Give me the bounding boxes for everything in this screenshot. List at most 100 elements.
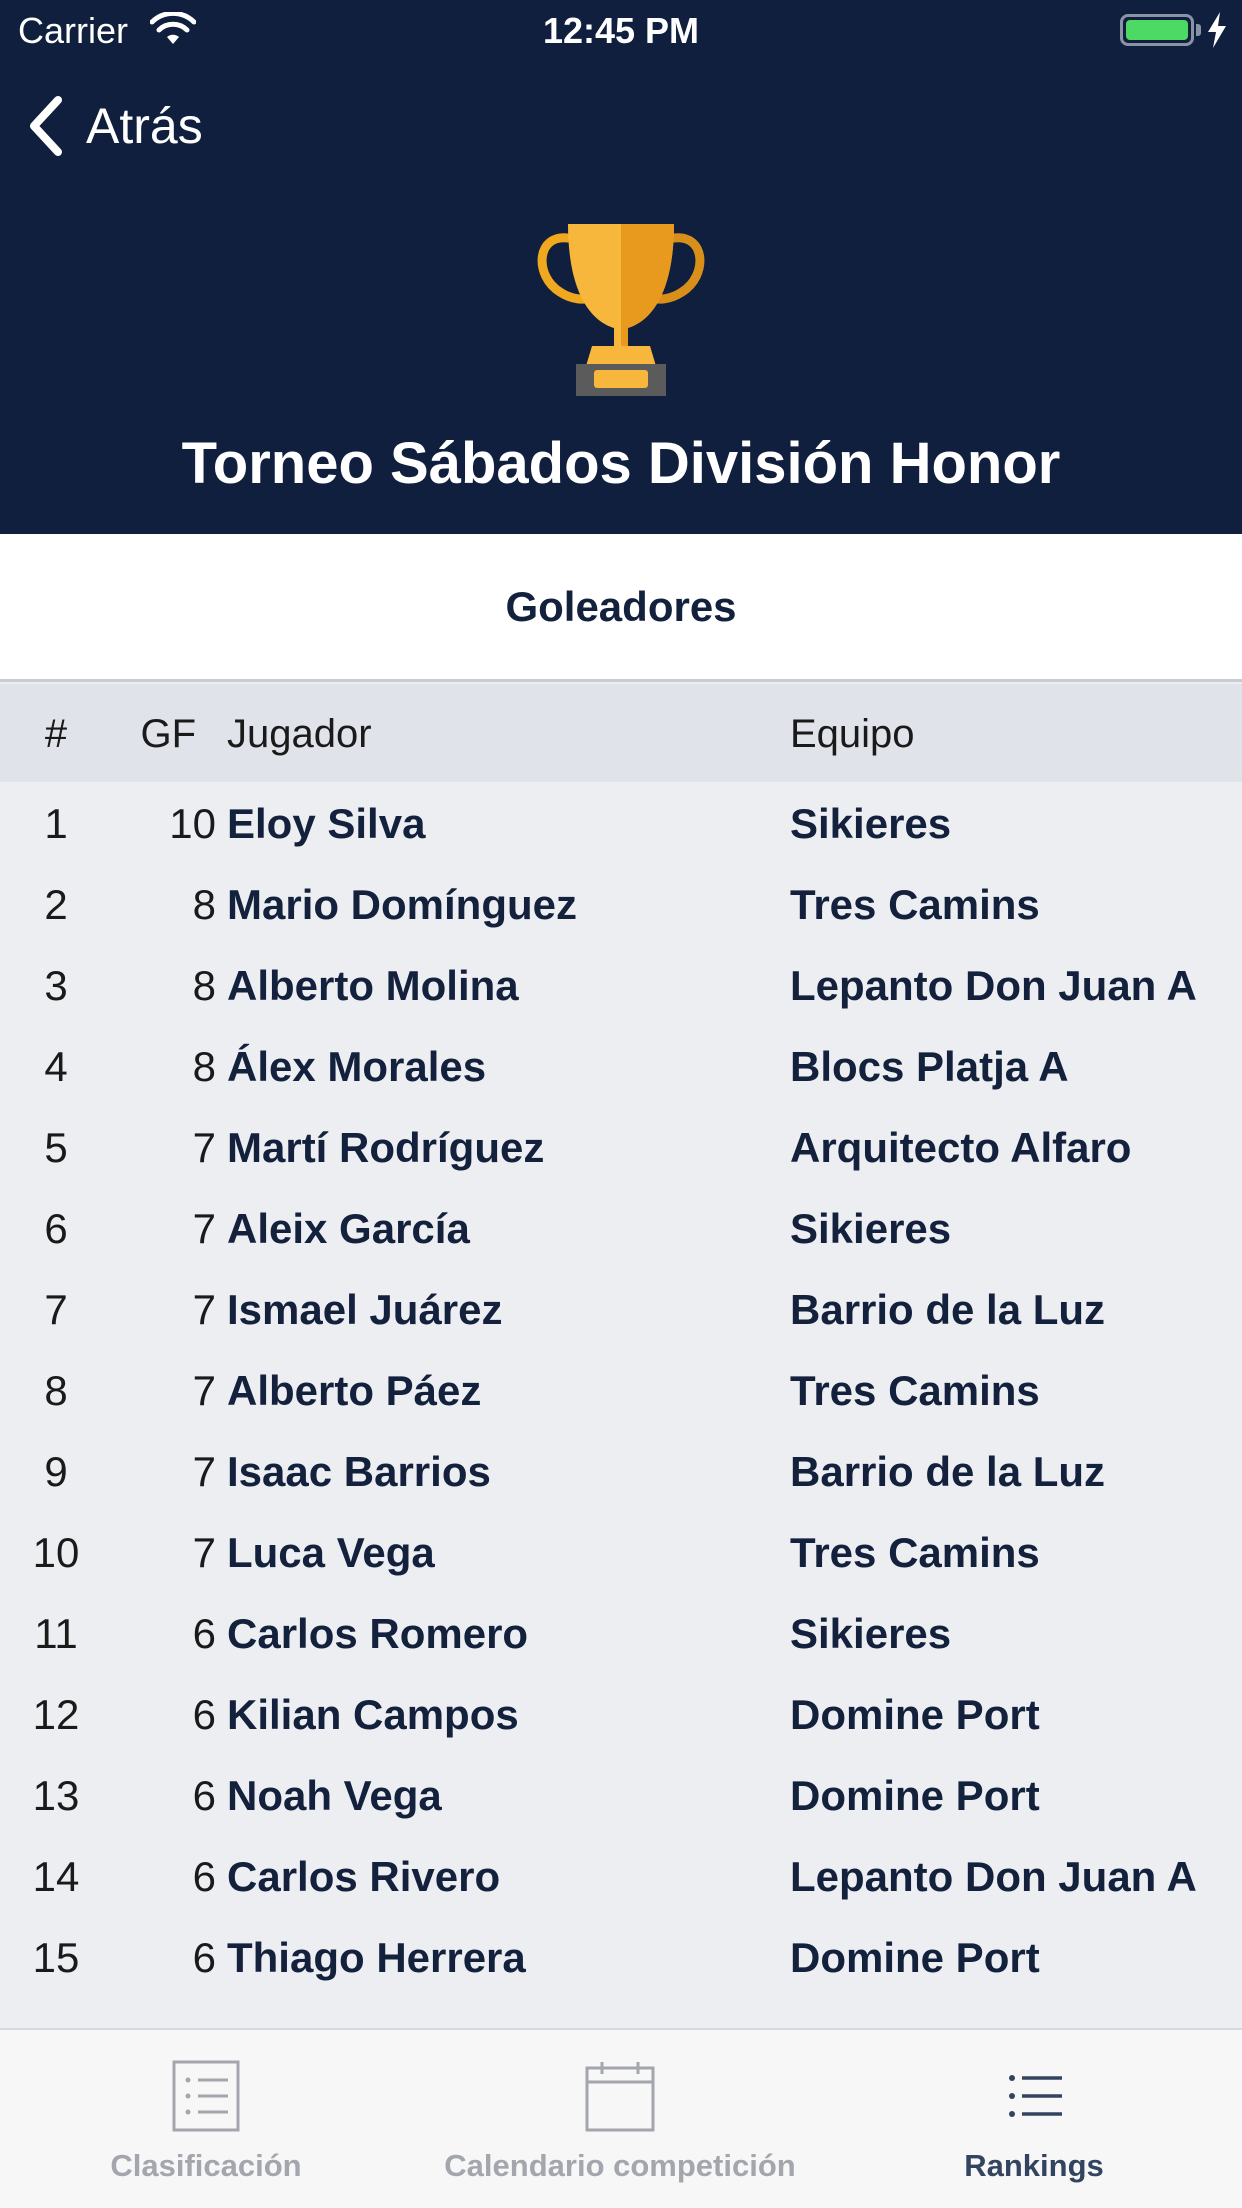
- clock: 12:45 PM: [542, 10, 700, 51]
- column-gf: GF: [140, 712, 196, 756]
- rank-cell: 11: [34, 1610, 78, 1657]
- tab-clasificacion-label: Clasificación: [110, 2148, 302, 2183]
- rank-cell: 3: [44, 962, 68, 1009]
- team-name: Sikieres: [790, 1205, 952, 1252]
- player-name: Aleix García: [227, 1205, 470, 1252]
- page-title: Torneo Sábados División Honor: [181, 431, 1061, 496]
- player-name: Eloy Silva: [227, 800, 426, 847]
- team-name: Lepanto Don Juan A: [790, 1853, 1197, 1900]
- trophy-icon: [537, 224, 705, 396]
- player-name: Thiago Herrera: [227, 1934, 526, 1981]
- table-row[interactable]: 8 7 Alberto Páez Tres Camins: [0, 1349, 1242, 1430]
- column-player: Jugador: [227, 712, 372, 756]
- goals-cell: 8: [192, 881, 216, 928]
- table-row[interactable]: 14 6 Carlos Rivero Lepanto Don Juan A: [0, 1835, 1242, 1916]
- list-icon: [1009, 2075, 1062, 2117]
- goals-cell: 7: [192, 1529, 216, 1576]
- rank-cell: 2: [44, 881, 68, 928]
- rank-cell: 1: [44, 800, 68, 847]
- player-name: Luca Vega: [227, 1529, 435, 1576]
- table-row[interactable]: 5 7 Martí Rodríguez Arquitecto Alfaro: [0, 1106, 1242, 1187]
- table-row[interactable]: 4 8 Álex Morales Blocs Platja A: [0, 1025, 1242, 1106]
- goals-cell: 8: [192, 1043, 216, 1090]
- rank-cell: 12: [32, 1691, 80, 1738]
- goals-cell: 7: [192, 1286, 216, 1333]
- table-row[interactable]: 1 10 Eloy Silva Sikieres: [0, 782, 1242, 863]
- table-row[interactable]: 15 6 Thiago Herrera Domine Port: [0, 1916, 1242, 1997]
- player-name: Carlos Romero: [227, 1610, 529, 1657]
- rank-cell: 13: [32, 1772, 80, 1819]
- battery-icon: [1120, 14, 1194, 46]
- table-row[interactable]: 7 7 Ismael Juárez Barrio de la Luz: [0, 1268, 1242, 1349]
- team-name: Domine Port: [790, 1934, 1040, 1981]
- goals-cell: 6: [192, 1772, 216, 1819]
- player-name: Alberto Molina: [227, 962, 519, 1009]
- scorers-table: 1 10 Eloy Silva Sikieres 2 8 Mario Domínguez Tr…: [0, 782, 1242, 1997]
- goals-cell: 10: [169, 800, 216, 847]
- list-document-icon: [172, 2060, 240, 2132]
- column-rank: #: [44, 712, 68, 756]
- table-row[interactable]: 6 7 Aleix García Sikieres: [0, 1187, 1242, 1268]
- rank-cell: 4: [44, 1043, 68, 1090]
- team-name: Blocs Platja A: [790, 1043, 1069, 1090]
- charging-bolt-icon: [1208, 12, 1226, 48]
- tab-calendario-label: Calendario competición: [444, 2148, 796, 2183]
- player-name: Ismael Juárez: [227, 1286, 503, 1333]
- tab-bar: Clasificación Calendario competición Ran…: [0, 2028, 1242, 2208]
- table-row[interactable]: 2 8 Mario Domínguez Tres Camins: [0, 863, 1242, 944]
- rank-cell: 7: [44, 1286, 68, 1333]
- battery-nub: [1196, 24, 1201, 36]
- team-name: Lepanto Don Juan A: [790, 962, 1197, 1009]
- team-name: Tres Camins: [790, 1367, 1040, 1414]
- calendar-icon: [585, 2062, 655, 2132]
- team-name: Tres Camins: [790, 881, 1040, 928]
- rank-cell: 8: [44, 1367, 68, 1414]
- goals-cell: 6: [192, 1610, 216, 1657]
- table-row[interactable]: 10 7 Luca Vega Tres Camins: [0, 1511, 1242, 1592]
- table-row[interactable]: 3 8 Alberto Molina Lepanto Don Juan A: [0, 944, 1242, 1025]
- player-name: Alberto Páez: [227, 1367, 482, 1414]
- goals-cell: 6: [192, 1691, 216, 1738]
- column-team: Equipo: [790, 712, 915, 756]
- back-label: Atrás: [86, 98, 203, 154]
- player-name: Carlos Rivero: [227, 1853, 501, 1900]
- rank-cell: 10: [32, 1529, 80, 1576]
- goals-cell: 6: [192, 1853, 216, 1900]
- team-name: Barrio de la Luz: [790, 1286, 1106, 1333]
- goals-cell: 6: [192, 1934, 216, 1981]
- tab-calendario[interactable]: Calendario competición: [420, 2030, 820, 2208]
- team-name: Domine Port: [790, 1691, 1040, 1738]
- header: Carrier 12:45 PM Atrás Torneo Sábados Di…: [0, 0, 1242, 534]
- section-header: Goleadores: [0, 534, 1242, 682]
- table-row[interactable]: 13 6 Noah Vega Domine Port: [0, 1754, 1242, 1835]
- rank-cell: 14: [32, 1853, 80, 1900]
- player-name: Noah Vega: [227, 1772, 442, 1819]
- table-row[interactable]: 12 6 Kilian Campos Domine Port: [0, 1673, 1242, 1754]
- table-row[interactable]: 9 7 Isaac Barrios Barrio de la Luz: [0, 1430, 1242, 1511]
- status-bar: Carrier 12:45 PM: [0, 0, 1242, 60]
- team-name: Domine Port: [790, 1772, 1040, 1819]
- player-name: Mario Domínguez: [227, 881, 578, 928]
- tab-rankings-label: Rankings: [964, 2148, 1104, 2183]
- rank-cell: 9: [44, 1448, 68, 1495]
- player-name: Martí Rodríguez: [227, 1124, 545, 1171]
- rank-cell: 6: [44, 1205, 68, 1252]
- tab-rankings[interactable]: Rankings: [934, 2030, 1134, 2208]
- rank-cell: 15: [32, 1934, 80, 1981]
- section-title: Goleadores: [505, 582, 737, 630]
- player-name: Álex Morales: [227, 1043, 487, 1090]
- team-name: Sikieres: [790, 1610, 952, 1657]
- team-name: Barrio de la Luz: [790, 1448, 1106, 1495]
- goals-cell: 7: [192, 1448, 216, 1495]
- team-name: Tres Camins: [790, 1529, 1040, 1576]
- chevron-left-icon: [30, 96, 62, 156]
- tab-clasificacion[interactable]: Clasificación: [80, 2030, 332, 2208]
- player-name: Isaac Barrios: [227, 1448, 491, 1495]
- goals-cell: 7: [192, 1124, 216, 1171]
- goals-cell: 8: [192, 962, 216, 1009]
- back-button[interactable]: Atrás: [26, 90, 203, 162]
- rank-cell: 5: [44, 1124, 68, 1171]
- table-row[interactable]: 11 6 Carlos Romero Sikieres: [0, 1592, 1242, 1673]
- player-name: Kilian Campos: [227, 1691, 519, 1738]
- team-name: Arquitecto Alfaro: [790, 1124, 1132, 1171]
